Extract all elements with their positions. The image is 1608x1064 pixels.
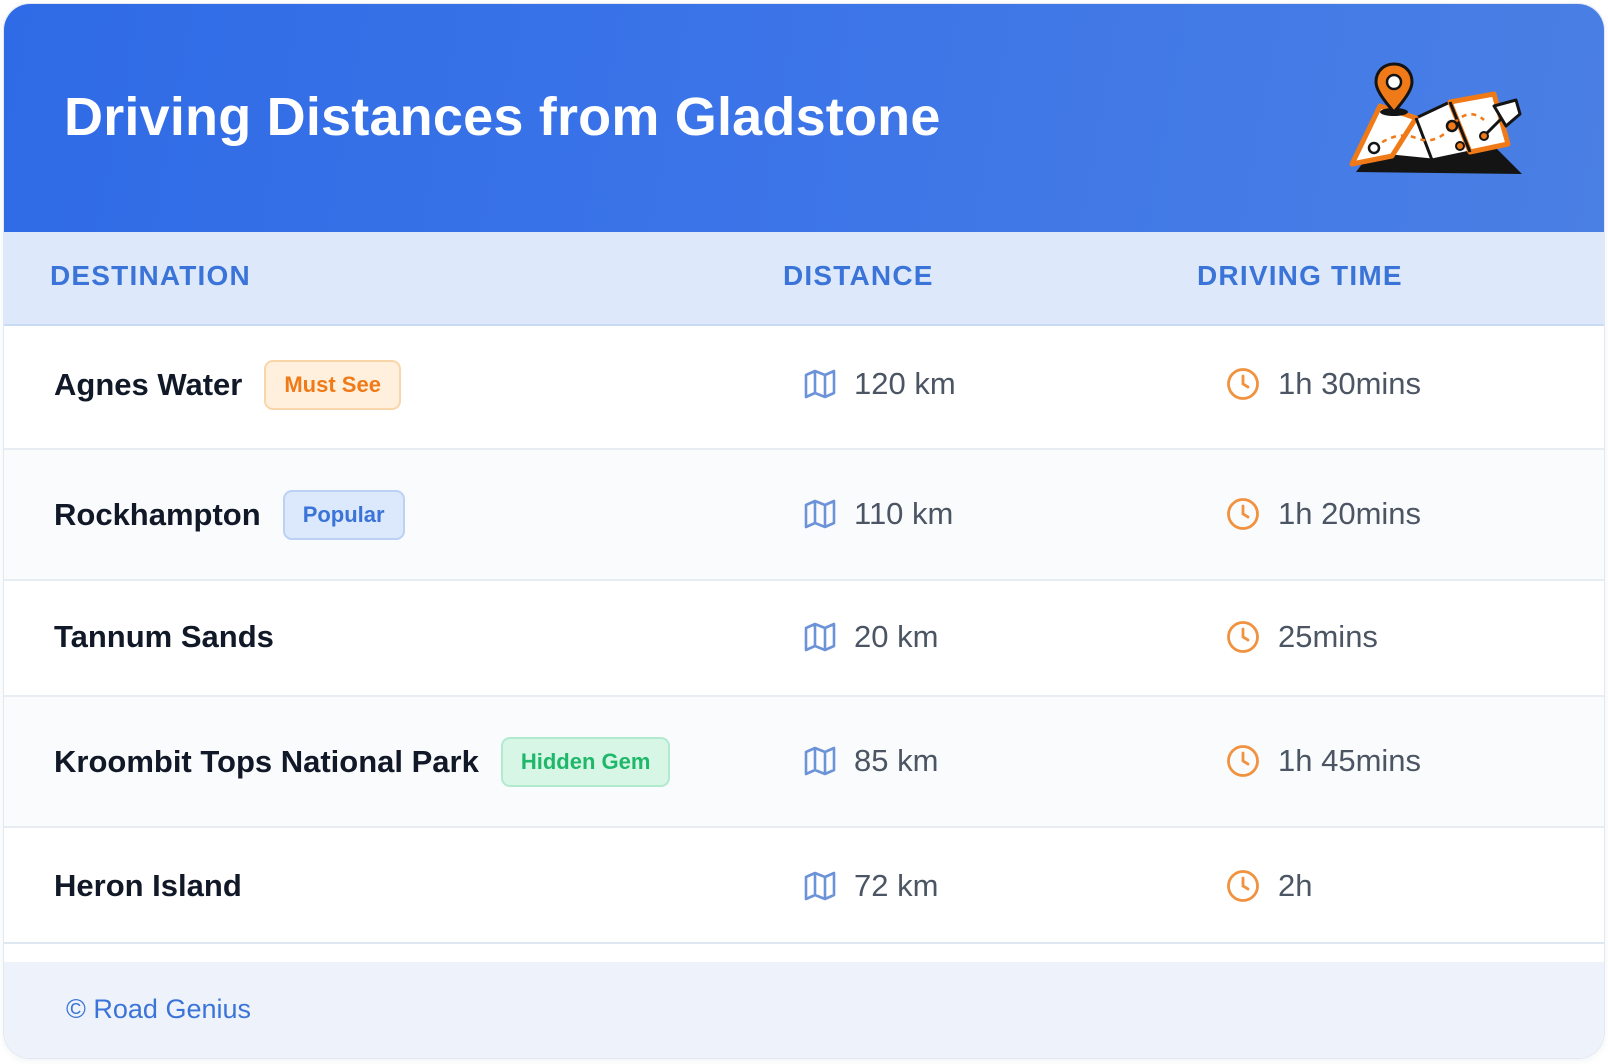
map-icon (804, 871, 836, 901)
distance-cell: 72 km (804, 868, 938, 904)
footer: © Road Genius (4, 962, 1604, 1058)
clock-icon (1226, 620, 1260, 654)
time-cell: 1h 45mins (1226, 743, 1421, 779)
distance-value: 72 km (854, 868, 939, 903)
time-value: 2h (1278, 868, 1313, 903)
distance-value: 110 km (854, 496, 954, 531)
map-icon (804, 622, 836, 652)
time-value: 25mins (1278, 619, 1378, 654)
distance-cell: 110 km (804, 496, 953, 532)
clock-icon (1226, 869, 1260, 903)
table-row: Agnes Water Must See 120 km 1h 30mins (4, 324, 1604, 450)
clock-icon (1226, 367, 1260, 401)
header-banner: Driving Distances from Gladstone (4, 4, 1604, 232)
distance-value: 85 km (854, 743, 939, 778)
distance-cell: 120 km (804, 366, 956, 402)
distance-cell: 20 km (804, 619, 938, 655)
map-icon (804, 746, 836, 776)
destination-cell: Tannum Sands (54, 619, 274, 655)
distance-table-card: Driving Distances from Gladstone DESTINA… (4, 4, 1604, 1058)
map-icon (804, 499, 836, 529)
destination-name: Heron Island (54, 868, 242, 903)
table-row: Heron Island 72 km 2h (4, 828, 1604, 944)
page-title: Driving Distances from Gladstone (64, 87, 941, 147)
clock-icon (1226, 744, 1260, 778)
clock-icon (1226, 497, 1260, 531)
table-row: Tannum Sands 20 km 25mins (4, 581, 1604, 697)
destination-cell: Heron Island (54, 868, 242, 904)
time-value: 1h 30mins (1278, 366, 1422, 401)
map-icon (804, 369, 836, 399)
time-cell: 25mins (1226, 619, 1378, 655)
hidden-gem-badge: Hidden Gem (500, 737, 671, 787)
time-cell: 2h (1226, 868, 1312, 904)
time-value: 1h 20mins (1278, 496, 1422, 531)
table-row: Kroombit Tops National Park Hidden Gem 8… (4, 697, 1604, 828)
column-header-distance[interactable]: DISTANCE (783, 260, 934, 292)
destination-name: Tannum Sands (54, 619, 274, 654)
destination-name: Rockhampton (54, 497, 261, 532)
column-header-destination[interactable]: DESTINATION (50, 260, 251, 292)
popular-badge: Popular (282, 490, 405, 540)
time-cell: 1h 30mins (1226, 366, 1421, 402)
time-cell: 1h 20mins (1226, 496, 1421, 532)
destination-name: Kroombit Tops National Park (54, 744, 479, 779)
time-value: 1h 45mins (1278, 743, 1422, 778)
footer-credit-link[interactable]: © Road Genius (66, 994, 251, 1025)
column-header-row: DESTINATION DISTANCE DRIVING TIME (4, 232, 1604, 326)
table-row: Rockhampton Popular 110 km 1h 20mins (4, 450, 1604, 581)
distance-value: 120 km (854, 366, 956, 401)
must-see-badge: Must See (264, 360, 401, 410)
column-header-driving-time[interactable]: DRIVING TIME (1197, 260, 1403, 292)
map-with-pins-icon (1344, 60, 1534, 190)
distance-value: 20 km (854, 619, 939, 654)
distance-cell: 85 km (804, 743, 938, 779)
destination-cell: Agnes Water Must See (54, 360, 401, 410)
destination-cell: Kroombit Tops National Park Hidden Gem (54, 737, 671, 787)
destination-cell: Rockhampton Popular (54, 490, 405, 540)
destination-name: Agnes Water (54, 367, 243, 402)
